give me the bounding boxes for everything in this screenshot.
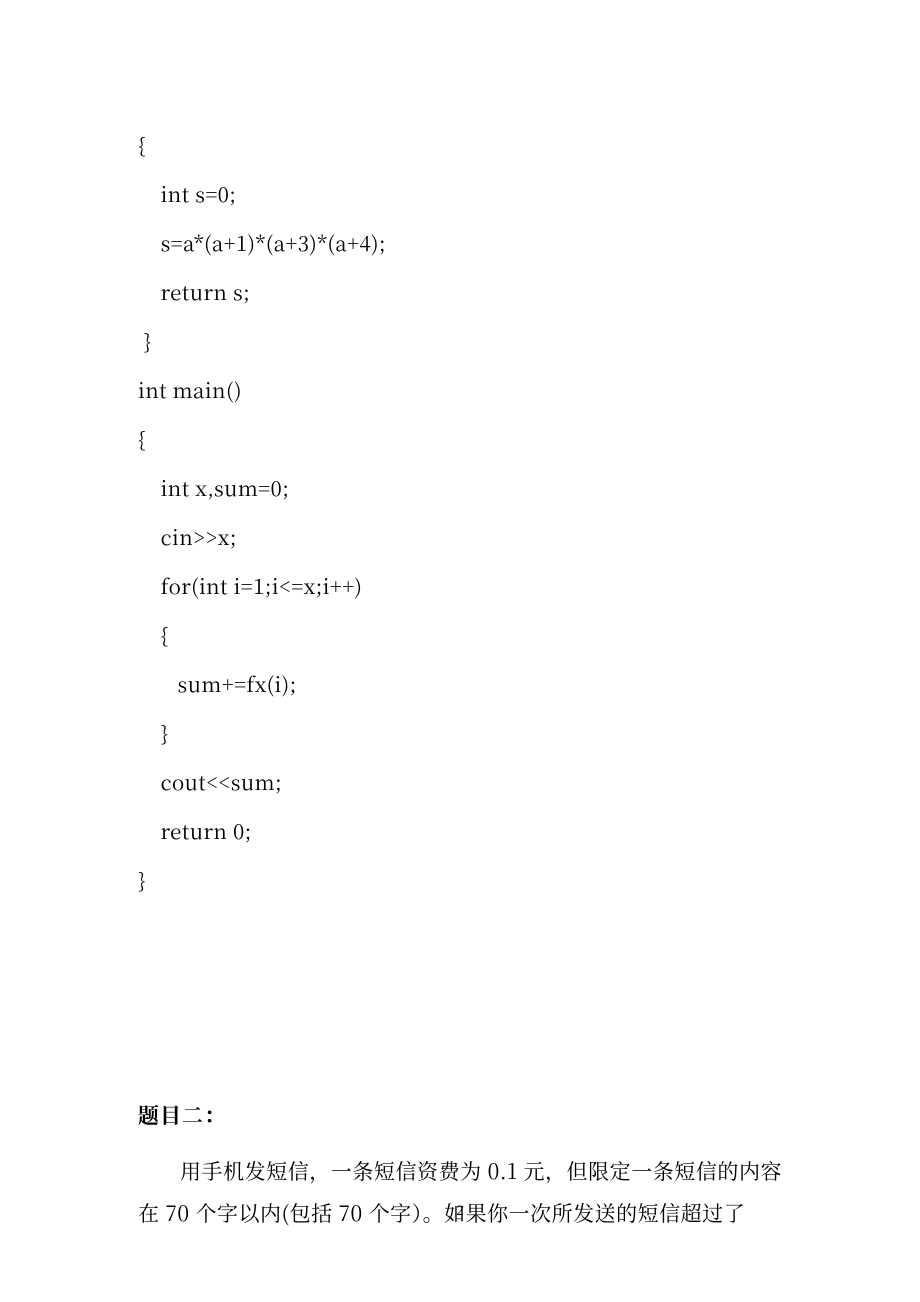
document-page: { int s=0; s=a*(a+1)*(a+3)*(a+4); return…: [0, 0, 920, 1302]
code-block: { int s=0; s=a*(a+1)*(a+3)*(a+4); return…: [138, 120, 782, 904]
page-number: 2: [0, 1203, 920, 1220]
section-heading: 题目二：: [138, 1100, 782, 1130]
section-paragraph: 用手机发短信，一条短信资费为 0.1 元，但限定一条短信的内容在 70 个字以内…: [138, 1150, 782, 1234]
